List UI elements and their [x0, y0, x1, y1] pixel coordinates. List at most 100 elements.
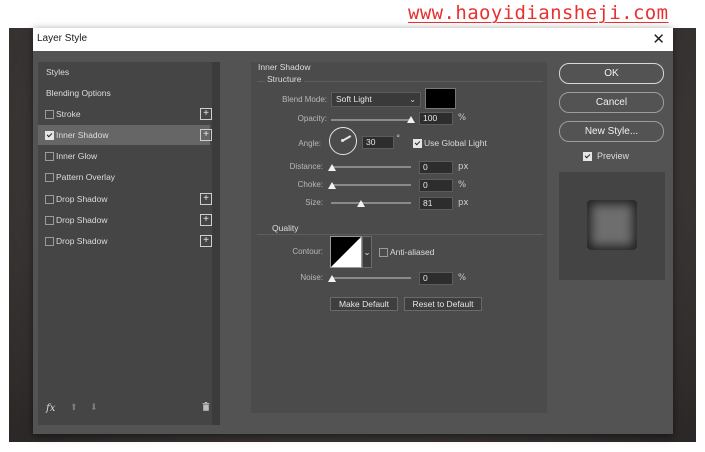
use-global-light-label: Use Global Light	[424, 138, 487, 148]
noise-unit: %	[458, 273, 467, 283]
style-item-pattern-overlay[interactable]: Pattern Overlay	[38, 167, 210, 187]
drop-shadow-3-label: Drop Shadow	[56, 236, 108, 246]
anti-aliased-label: Anti-aliased	[390, 247, 435, 257]
style-item-drop-shadow-3[interactable]: Drop Shadow +	[38, 231, 212, 251]
pattern-overlay-checkbox[interactable]	[45, 173, 54, 182]
ok-button[interactable]: OK	[559, 63, 664, 84]
noise-label: Noise:	[300, 273, 323, 282]
angle-unit: °	[396, 134, 401, 144]
watermark-text: www.haoyidiansheji.com	[408, 2, 669, 24]
shadow-color-swatch[interactable]	[425, 88, 456, 109]
add-drop-shadow-3-icon[interactable]: +	[200, 235, 212, 247]
drop-shadow-2-label: Drop Shadow	[56, 215, 108, 225]
blending-options-label: Blending Options	[46, 88, 111, 98]
quality-title: Quality	[272, 223, 299, 233]
angle-input[interactable]: 30	[362, 136, 394, 149]
noise-input[interactable]: 0	[419, 272, 453, 285]
inner-shadow-title: Inner Shadow	[258, 62, 311, 72]
choke-label: Choke:	[297, 180, 323, 189]
trash-icon[interactable]	[202, 402, 210, 411]
size-slider-thumb[interactable]	[357, 200, 365, 207]
size-unit: px	[458, 198, 469, 208]
style-item-stroke[interactable]: Stroke +	[38, 104, 212, 124]
style-item-drop-shadow-2[interactable]: Drop Shadow +	[38, 210, 212, 230]
move-up-icon[interactable]: ⬆	[70, 403, 78, 413]
add-drop-shadow-2-icon[interactable]: +	[200, 214, 212, 226]
chevron-down-icon: ⌄	[363, 247, 371, 257]
dialog-titlebar: Layer Style ✕	[33, 28, 673, 51]
contour-dropdown[interactable]: ⌄	[362, 236, 372, 268]
drop-shadow-2-checkbox[interactable]	[45, 216, 54, 225]
drop-shadow-1-checkbox[interactable]	[45, 195, 54, 204]
size-label: Size:	[305, 198, 323, 207]
reset-to-default-button[interactable]: Reset to Default	[404, 297, 482, 311]
layer-style-dialog: Layer Style ✕ Styles Blending Options St…	[33, 28, 673, 434]
use-global-light-checkbox[interactable]	[413, 139, 422, 148]
inner-shadow-checkbox[interactable]	[45, 131, 54, 140]
style-item-inner-shadow[interactable]: Inner Shadow +	[38, 125, 212, 145]
opacity-input[interactable]: 100	[419, 112, 453, 125]
inner-glow-checkbox[interactable]	[45, 152, 54, 161]
styles-list-footer: fx ⬆ ⬇	[38, 398, 210, 418]
noise-slider-thumb[interactable]	[328, 275, 336, 282]
styles-label: Styles	[46, 67, 70, 77]
opacity-slider-track[interactable]	[331, 119, 411, 121]
drop-shadow-1-label: Drop Shadow	[56, 194, 108, 204]
chevron-down-icon: ⌄	[409, 95, 416, 104]
distance-slider-thumb[interactable]	[328, 164, 336, 171]
preview-thumbnail	[559, 172, 665, 280]
styles-header[interactable]: Styles	[38, 62, 210, 82]
angle-dial[interactable]	[329, 127, 357, 155]
contour-preview[interactable]	[330, 236, 362, 268]
cancel-button[interactable]: Cancel	[559, 92, 664, 113]
fx-icon[interactable]: fx	[46, 403, 55, 414]
blending-options-item[interactable]: Blending Options	[38, 83, 210, 103]
preview-shape	[587, 200, 637, 250]
make-default-button[interactable]: Make Default	[330, 297, 398, 311]
choke-unit: %	[458, 180, 467, 190]
style-item-inner-glow[interactable]: Inner Glow	[38, 146, 210, 166]
noise-slider-track[interactable]	[331, 277, 411, 279]
blend-mode-value: Soft Light	[336, 94, 372, 104]
distance-unit: px	[458, 162, 469, 172]
inner-glow-label: Inner Glow	[56, 151, 98, 161]
blend-mode-label: Blend Mode:	[282, 95, 327, 104]
opacity-label: Opacity:	[297, 114, 327, 123]
stroke-checkbox[interactable]	[45, 110, 54, 119]
size-input[interactable]: 81	[419, 197, 453, 210]
size-slider-track[interactable]	[331, 202, 411, 204]
dialog-body: Styles Blending Options Stroke + Inner S…	[33, 51, 673, 434]
styles-list-scrollbar[interactable]	[212, 62, 220, 425]
contour-label: Contour:	[292, 247, 323, 256]
distance-slider-track[interactable]	[331, 166, 411, 168]
move-down-icon[interactable]: ⬇	[90, 403, 98, 413]
distance-input[interactable]: 0	[419, 161, 453, 174]
choke-slider-thumb[interactable]	[328, 182, 336, 189]
opacity-slider-thumb[interactable]	[407, 116, 415, 123]
style-item-drop-shadow-1[interactable]: Drop Shadow +	[38, 189, 212, 209]
blend-mode-select[interactable]: Soft Light ⌄	[331, 92, 421, 107]
add-stroke-icon[interactable]: +	[200, 108, 212, 120]
styles-list-panel: Styles Blending Options Stroke + Inner S…	[38, 62, 220, 425]
contour-curve-icon	[331, 237, 361, 267]
angle-label: Angle:	[298, 139, 321, 148]
choke-slider-track[interactable]	[331, 184, 411, 186]
inner-shadow-panel: Inner Shadow Structure Blend Mode: Soft …	[251, 62, 547, 413]
drop-shadow-3-checkbox[interactable]	[45, 237, 54, 246]
stroke-label: Stroke	[56, 109, 81, 119]
angle-dial-center	[341, 139, 344, 142]
inner-shadow-label: Inner Shadow	[56, 130, 109, 140]
dialog-title: Layer Style	[37, 33, 88, 44]
choke-input[interactable]: 0	[419, 179, 453, 192]
preview-label: Preview	[597, 151, 630, 161]
preview-checkbox[interactable]	[583, 152, 592, 161]
pattern-overlay-label: Pattern Overlay	[56, 172, 116, 182]
opacity-unit: %	[458, 113, 467, 123]
distance-label: Distance:	[289, 162, 323, 171]
add-drop-shadow-1-icon[interactable]: +	[200, 193, 212, 205]
add-inner-shadow-icon[interactable]: +	[200, 129, 212, 141]
close-icon[interactable]: ✕	[652, 30, 665, 48]
structure-title: Structure	[265, 74, 304, 84]
new-style-button[interactable]: New Style...	[559, 121, 664, 142]
anti-aliased-checkbox[interactable]	[379, 248, 388, 257]
